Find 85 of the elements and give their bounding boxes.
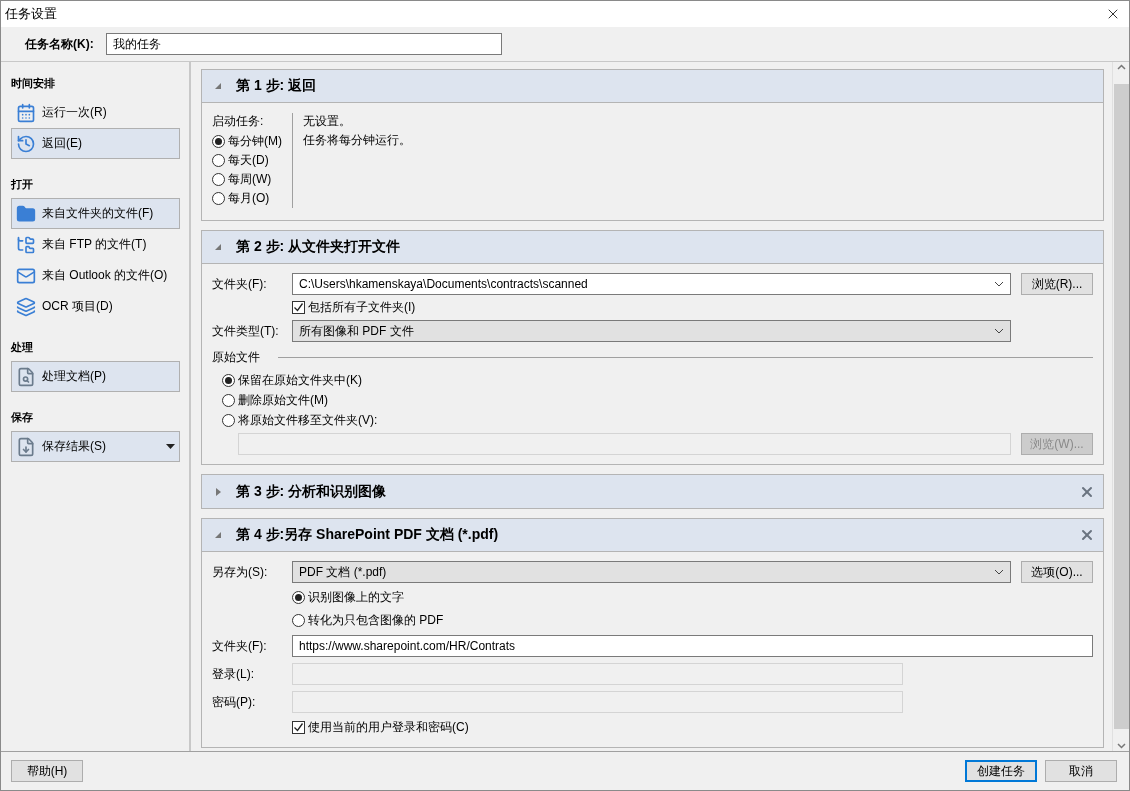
step-header[interactable]: 第 2 步: 从文件夹打开文件 bbox=[202, 231, 1103, 264]
sidebar-item[interactable]: 来自文件夹的文件(F) bbox=[11, 198, 180, 229]
radio-button[interactable] bbox=[212, 192, 225, 205]
file-type-dropdown[interactable]: 所有图像和 PDF 文件 bbox=[292, 320, 1011, 342]
radio-option[interactable]: 转化为只包含图像的 PDF bbox=[292, 611, 1093, 630]
field-label: 登录(L): bbox=[212, 665, 255, 683]
expand-triangle-icon[interactable] bbox=[214, 487, 222, 496]
folder-combo-field[interactable]: C:\Users\hkamenskaya\Documents\contracts\scanned bbox=[292, 273, 1011, 295]
sidebar-item[interactable]: 来自 FTP 的文件(T) bbox=[11, 229, 180, 260]
radio-button[interactable] bbox=[292, 614, 305, 627]
radio-option[interactable]: 每月(O) bbox=[212, 189, 282, 208]
step-header[interactable]: 第 4 步:另存 SharePoint PDF 文档 (*.pdf) bbox=[202, 519, 1103, 552]
sidebar-section-title: 时间安排 bbox=[11, 76, 56, 91]
schedule-info-text: 任务将每分钟运行。 bbox=[303, 132, 411, 149]
dropdown-chevron-icon bbox=[994, 281, 1004, 287]
radio-button[interactable] bbox=[222, 374, 235, 387]
create-task-button[interactable]: 创建任务 bbox=[965, 760, 1037, 782]
field-label: 文件夹(F): bbox=[212, 637, 268, 655]
network-folder-icon bbox=[16, 234, 36, 255]
start-task-label: 启动任务: bbox=[212, 113, 265, 130]
radio-button[interactable] bbox=[222, 414, 235, 427]
checkbox-option[interactable]: 包括所有子文件夹(I) bbox=[292, 298, 1093, 317]
dropdown-chevron-icon bbox=[994, 569, 1004, 575]
sidebar-item[interactable]: 运行一次(R) bbox=[11, 97, 180, 128]
radio-button[interactable] bbox=[292, 591, 305, 604]
step-title: 第 2 步: 从文件夹打开文件 bbox=[236, 238, 402, 256]
cancel-button[interactable]: 取消 bbox=[1045, 760, 1117, 782]
collapse-triangle-icon[interactable] bbox=[214, 243, 222, 251]
step-title: 第 4 步:另存 SharePoint PDF 文档 (*.pdf) bbox=[236, 526, 500, 544]
sidebar-item[interactable]: 处理文档(P) bbox=[11, 361, 180, 392]
step-header[interactable]: 第 1 步: 返回 bbox=[202, 70, 1103, 103]
help-button[interactable]: 帮助(H) bbox=[11, 760, 83, 782]
step-title: 第 1 步: 返回 bbox=[236, 77, 318, 95]
radio-option[interactable]: 每分钟(M) bbox=[212, 132, 282, 151]
group-label: 原始文件 bbox=[212, 348, 260, 366]
save-format-dropdown[interactable]: PDF 文档 (*.pdf) bbox=[292, 561, 1011, 583]
radio-button[interactable] bbox=[212, 135, 225, 148]
sidebar-item[interactable]: 来自 Outlook 的文件(O) bbox=[11, 260, 180, 291]
options-button[interactable]: 选项(O)... bbox=[1021, 561, 1093, 583]
collapse-triangle-icon[interactable] bbox=[214, 531, 222, 539]
move-folder-field[interactable] bbox=[238, 433, 1011, 455]
radio-option[interactable]: 识别图像上的文字 bbox=[292, 588, 1093, 607]
step-title: 第 3 步: 分析和识别图像 bbox=[236, 482, 388, 501]
field-label: 另存为(S): bbox=[212, 563, 269, 581]
checkbox[interactable] bbox=[292, 721, 305, 734]
calendar-icon bbox=[16, 102, 36, 123]
document-save-icon bbox=[16, 436, 36, 457]
document-search-icon bbox=[16, 366, 36, 387]
clock-icon bbox=[16, 133, 36, 154]
login-field[interactable] bbox=[292, 663, 903, 685]
step-header[interactable]: 第 3 步: 分析和识别图像 bbox=[202, 475, 1103, 508]
radio-option[interactable]: 每周(W) bbox=[212, 170, 282, 189]
radio-button[interactable] bbox=[212, 173, 225, 186]
field-label: 密码(P): bbox=[212, 693, 257, 711]
scroll-up-icon[interactable] bbox=[1116, 64, 1126, 70]
scroll-down-icon[interactable] bbox=[1116, 743, 1126, 749]
layers-icon bbox=[16, 296, 36, 317]
sidebar-section-title: 打开 bbox=[11, 177, 34, 192]
sidebar-item[interactable]: OCR 项目(D) bbox=[11, 291, 180, 322]
radio-button[interactable] bbox=[222, 394, 235, 407]
sidebar-section-title: 处理 bbox=[11, 340, 34, 355]
field-label: 文件夹(F): bbox=[212, 275, 268, 293]
sidebar-section-title: 保存 bbox=[11, 410, 34, 425]
radio-button[interactable] bbox=[212, 154, 225, 167]
dropdown-caret-icon[interactable] bbox=[166, 444, 175, 449]
folder-url-field[interactable]: https://www.sharepoint.com/HR/Contrats bbox=[292, 635, 1093, 657]
window-title: 任务设置 bbox=[5, 5, 57, 23]
checkbox-option[interactable]: 使用当前的用户登录和密码(C) bbox=[292, 718, 1093, 737]
radio-option[interactable]: 删除原始文件(M) bbox=[222, 391, 1093, 410]
sidebar-item[interactable]: 返回(E) bbox=[11, 128, 180, 159]
browse-button[interactable]: 浏览(R)... bbox=[1021, 273, 1093, 295]
vertical-scrollbar[interactable] bbox=[1112, 62, 1129, 751]
collapse-triangle-icon[interactable] bbox=[214, 82, 222, 90]
task-name-field[interactable]: 我的任务 bbox=[105, 33, 502, 55]
radio-option[interactable]: 保留在原始文件夹中(K) bbox=[222, 371, 1093, 390]
radio-option[interactable]: 将原始文件移至文件夹(V): bbox=[222, 411, 1093, 430]
checkbox[interactable] bbox=[292, 301, 305, 314]
password-field[interactable] bbox=[292, 691, 903, 713]
dropdown-chevron-icon bbox=[994, 328, 1004, 334]
radio-option[interactable]: 每天(D) bbox=[212, 151, 282, 170]
schedule-info-text: 无设置。 bbox=[303, 113, 352, 130]
task-name-label: 任务名称(K): bbox=[25, 35, 94, 53]
sidebar-item[interactable]: 保存结果(S) bbox=[11, 431, 180, 462]
field-label: 文件类型(T): bbox=[212, 322, 280, 340]
folder-icon bbox=[16, 203, 36, 224]
